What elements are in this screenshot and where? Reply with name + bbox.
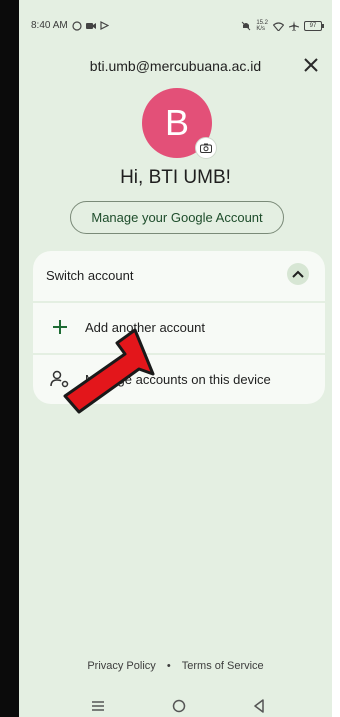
avatar-initial: B — [164, 102, 189, 143]
status-time: 8:40 AM — [31, 20, 68, 31]
footer-separator: • — [166, 660, 171, 672]
home-button[interactable] — [169, 697, 189, 715]
status-left: 8:40 AM — [31, 20, 109, 31]
greeting: Hi, BTI UMB! — [120, 167, 231, 188]
back-button[interactable] — [249, 697, 269, 715]
screen: 8:40 AM 15.2 K/s 97 bti.umb@mercubuana.a… — [19, 0, 332, 717]
wifi-icon — [273, 21, 284, 31]
status-bar: 8:40 AM 15.2 K/s 97 — [31, 18, 324, 38]
footer-links: Privacy Policy • Terms of Service — [19, 660, 332, 672]
collapse-button[interactable] — [287, 263, 309, 285]
mute-icon — [241, 21, 251, 31]
menu-icon — [92, 701, 104, 711]
switch-account-title: Switch account — [46, 268, 134, 283]
close-icon — [304, 58, 318, 72]
airplane-icon — [289, 21, 299, 31]
terms-of-service-link[interactable]: Terms of Service — [182, 660, 264, 672]
switch-account-header[interactable]: Switch account — [33, 251, 325, 301]
status-right: 15.2 K/s 97 — [241, 20, 324, 32]
battery-icon: 97 — [304, 21, 324, 31]
home-circle-icon — [172, 699, 186, 713]
device-bezel — [0, 0, 19, 717]
net-speed: 15.2 K/s — [256, 20, 268, 32]
recents-button[interactable] — [88, 697, 108, 715]
net-speed-unit: K/s — [256, 26, 265, 32]
video-icon — [85, 22, 96, 29]
manage-google-account-button[interactable]: Manage your Google Account — [70, 201, 284, 234]
camera-icon — [200, 143, 212, 153]
annotation-arrow — [63, 328, 155, 414]
back-triangle-icon — [254, 699, 264, 713]
close-button[interactable] — [300, 54, 322, 76]
play-icon — [100, 21, 109, 30]
privacy-policy-link[interactable]: Privacy Policy — [87, 660, 155, 672]
battery-level: 97 — [304, 21, 322, 31]
manage-google-account-label: Manage your Google Account — [91, 210, 263, 225]
change-photo-button[interactable] — [195, 137, 217, 159]
whatsapp-icon — [72, 20, 82, 31]
navigation-bar — [19, 697, 332, 717]
chevron-up-icon — [292, 270, 304, 278]
account-email: bti.umb@mercubuana.ac.id — [89, 58, 262, 74]
